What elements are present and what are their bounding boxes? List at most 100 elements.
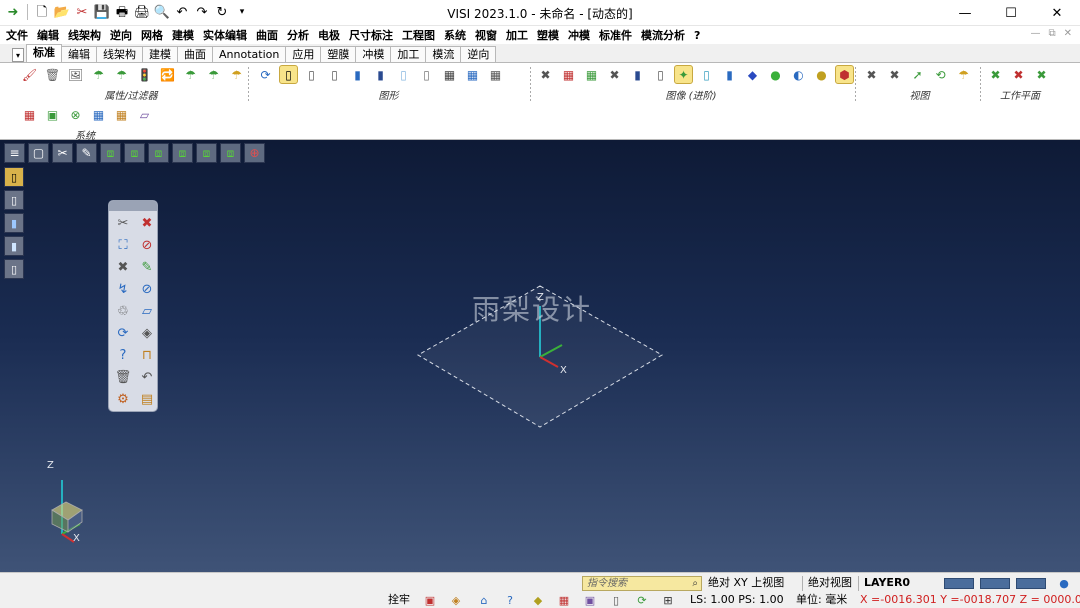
tab-edit[interactable]: 编辑 — [61, 46, 97, 62]
dark-cylinder-icon[interactable]: ▮ — [628, 65, 647, 84]
menu-reverse[interactable]: 逆向 — [110, 27, 132, 43]
close-button[interactable]: ✕ — [1034, 0, 1080, 26]
tab-flow[interactable]: 模流 — [425, 46, 462, 62]
solid-cylinder-icon[interactable]: ▮ — [371, 65, 390, 84]
umbrella-a-icon[interactable]: ☂ — [181, 65, 200, 84]
menu-electrode[interactable]: 电极 — [318, 27, 340, 43]
tab-machining[interactable]: 加工 — [390, 46, 427, 62]
layer-hide-icon[interactable]: ☂ — [112, 65, 131, 84]
grey-cylinder-icon[interactable]: ▯ — [417, 65, 436, 84]
render-color-icon[interactable]: ▦ — [582, 65, 601, 84]
view-arrow-icon[interactable]: ➚ — [908, 65, 927, 84]
menu-progress[interactable]: 冲模 — [568, 27, 590, 43]
tab-surface[interactable]: 曲面 — [177, 46, 213, 62]
tab-stamping[interactable]: 冲模 — [355, 46, 392, 62]
layer-color-box-2[interactable] — [980, 578, 1010, 589]
workplane-a-icon[interactable]: ✖ — [986, 65, 1005, 84]
umbrella-b-icon[interactable]: ☂ — [204, 65, 223, 84]
menu-file[interactable]: 文件 — [6, 27, 28, 43]
view-rotate-icon[interactable]: ⟲ — [931, 65, 950, 84]
light-cylinder-icon[interactable]: ▯ — [394, 65, 413, 84]
view-mode-label[interactable]: 绝对 XY 上视图 — [708, 575, 784, 590]
menu-system[interactable]: 系统 — [444, 27, 466, 43]
tab-standard[interactable]: 标准 — [26, 44, 62, 62]
view-pan-icon[interactable]: ✖ — [885, 65, 904, 84]
tab-reverse[interactable]: 逆向 — [460, 46, 497, 62]
help-icon[interactable]: ? — [502, 593, 518, 608]
menu-flow-analysis[interactable]: 模流分析 — [641, 27, 685, 43]
menu-solid-edit[interactable]: 实体编辑 — [203, 27, 247, 43]
green-sphere-icon[interactable]: ● — [766, 65, 785, 84]
diamond-icon[interactable]: ◆ — [530, 593, 546, 608]
cyan-cylinder-icon[interactable]: ▯ — [697, 65, 716, 84]
delete-attribute-icon[interactable]: 🗑 — [43, 65, 62, 84]
grid-settings-icon[interactable]: ▦ — [112, 105, 131, 124]
image-frame-icon[interactable]: ▣ — [43, 105, 62, 124]
minimize-button[interactable]: — — [942, 0, 988, 26]
render-stripes-icon[interactable]: ▦ — [559, 65, 578, 84]
umbrella-c-icon[interactable]: ☂ — [227, 65, 246, 84]
explode-icon[interactable]: ✖ — [536, 65, 555, 84]
view-umbrella-icon[interactable]: ☂ — [954, 65, 973, 84]
ribbon-dropdown-icon[interactable]: ▾ — [12, 48, 24, 62]
tab-application[interactable]: 应用 — [285, 46, 322, 62]
menu-dimension[interactable]: 尺寸标注 — [349, 27, 393, 43]
menu-mould[interactable]: 塑模 — [537, 27, 559, 43]
tab-modeling[interactable]: 建模 — [142, 46, 178, 62]
cylinder-status-icon[interactable]: ▯ — [608, 593, 624, 608]
command-search-input[interactable]: 指令搜索 ⌕ — [582, 576, 702, 591]
menu-mesh[interactable]: 网格 — [141, 27, 163, 43]
menu-standard-parts[interactable]: 标准件 — [599, 27, 632, 43]
tab-annotation[interactable]: Annotation — [212, 46, 287, 62]
filter-image-icon[interactable]: 🖼 — [66, 65, 85, 84]
color-cube-icon[interactable]: ⬢ — [835, 65, 854, 84]
layer-color-box-3[interactable] — [1016, 578, 1046, 589]
layer-color-box-1[interactable] — [944, 578, 974, 589]
abs-view-label[interactable]: 绝对视图 — [808, 575, 852, 590]
snap-grid-icon[interactable]: ▣ — [422, 593, 438, 608]
mdi-restore-icon[interactable]: ⧉ — [1048, 28, 1055, 39]
chart-window-icon[interactable]: ▦ — [89, 105, 108, 124]
maximize-button[interactable]: ☐ — [988, 0, 1034, 26]
shaded-cylinder-icon[interactable]: ▯ — [279, 65, 298, 84]
color-layers-icon[interactable]: ▦ — [556, 593, 572, 608]
traffic-light-icon[interactable]: 🚦 — [135, 65, 154, 84]
section-cylinder-icon[interactable]: ▦ — [486, 65, 505, 84]
plane-icon[interactable]: ▱ — [135, 105, 154, 124]
tab-wireframe[interactable]: 线架构 — [96, 46, 143, 62]
rotate-status-icon[interactable]: ⟳ — [634, 593, 650, 608]
hidden-cylinder-icon[interactable]: ▯ — [325, 65, 344, 84]
menu-surface[interactable]: 曲面 — [256, 27, 278, 43]
mdi-minimize-icon[interactable]: — — [1030, 28, 1040, 39]
half-sphere-icon[interactable]: ◐ — [789, 65, 808, 84]
wire-cylinder-icon[interactable]: ▯ — [302, 65, 321, 84]
yellow-sphere-icon[interactable]: ● — [812, 65, 831, 84]
blue-solid-icon[interactable]: ▮ — [720, 65, 739, 84]
tab-mould[interactable]: 塑膜 — [320, 46, 357, 62]
menu-edit[interactable]: 编辑 — [37, 27, 59, 43]
paint-attribute-icon[interactable]: 🖌 — [20, 65, 39, 84]
menu-modeling[interactable]: 建模 — [172, 27, 194, 43]
menu-analysis[interactable]: 分析 — [287, 27, 309, 43]
menu-window[interactable]: 视窗 — [475, 27, 497, 43]
gem-icon[interactable]: ◆ — [743, 65, 762, 84]
workplane-c-icon[interactable]: ✖ — [1032, 65, 1051, 84]
highlight-cylinder-icon[interactable]: ✦ — [674, 65, 693, 84]
grid-toggle-icon[interactable]: ⊞ — [660, 593, 676, 608]
menu-drawing[interactable]: 工程图 — [402, 27, 435, 43]
3d-viewport[interactable]: ≡ ▢ ✂ ✎ ⧈ ⧈ ⧈ ⧈ ⧈ ⧈ ⊕ ▯ ▯ ▮ ▮ ▯ ✂ ✖ ⛶ ⊘ … — [0, 140, 1080, 572]
menu-help[interactable]: ? — [694, 29, 700, 42]
blue-cylinder-icon[interactable]: ▮ — [348, 65, 367, 84]
home-icon[interactable]: ⌂ — [476, 593, 492, 608]
globe-icon[interactable]: ● — [1056, 576, 1072, 591]
layer-show-icon[interactable]: ☂ — [89, 65, 108, 84]
view-scissors-icon[interactable]: ✖ — [862, 65, 881, 84]
outline-cylinder-icon[interactable]: ▯ — [651, 65, 670, 84]
mdi-close-icon[interactable]: ✕ — [1064, 28, 1072, 39]
swap-icon[interactable]: 🔁 — [158, 65, 177, 84]
cube-select-icon[interactable]: ▣ — [582, 593, 598, 608]
striped-cylinder-icon[interactable]: ▦ — [440, 65, 459, 84]
refresh-icon[interactable]: ⟳ — [256, 65, 275, 84]
snap-point-icon[interactable]: ◈ — [448, 593, 464, 608]
snap-label[interactable]: 拴牢 — [388, 592, 410, 607]
